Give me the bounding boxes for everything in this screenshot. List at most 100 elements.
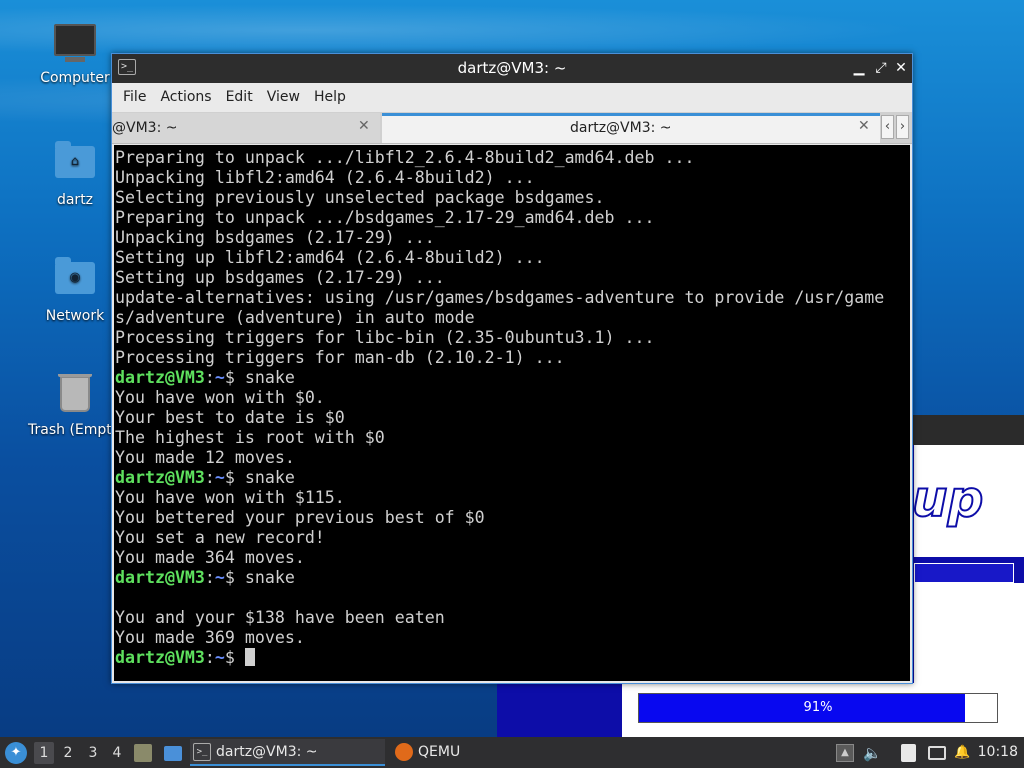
clock[interactable]: 10:18 bbox=[978, 737, 1018, 768]
terminal-output-line: You and your $138 have been eaten bbox=[115, 608, 910, 628]
output-text: You bettered your previous best of $0 bbox=[115, 508, 485, 527]
workspace-3[interactable]: 3 bbox=[83, 742, 103, 764]
tab-label: dartz@VM3: ~ bbox=[570, 120, 672, 136]
terminal-output-line: You made 12 moves. bbox=[115, 448, 910, 468]
prompt-path: ~ bbox=[214, 568, 225, 587]
output-text: The highest is root with $0 bbox=[115, 428, 385, 447]
terminal-output-line: Processing triggers for libc-bin (2.35-0… bbox=[115, 328, 910, 348]
terminal-window[interactable]: >_ dartz@VM3: ~ ▁ ⤢ ✕ File Actions Edit … bbox=[111, 53, 913, 684]
prompt-separator: : bbox=[204, 568, 215, 587]
prompt-user: dartz@VM3 bbox=[115, 568, 205, 587]
terminal-prompt-line: dartz@VM3:~$ snake bbox=[115, 468, 910, 488]
output-text: Unpacking bsdgames (2.17-29) ... bbox=[115, 228, 435, 247]
prompt-separator: : bbox=[204, 648, 215, 667]
prompt-path: ~ bbox=[214, 368, 225, 387]
window-titlebar[interactable]: >_ dartz@VM3: ~ ▁ ⤢ ✕ bbox=[112, 54, 912, 83]
output-text: update-alternatives: using /usr/games/bs… bbox=[115, 288, 885, 307]
terminal-output-line: You have won with $0. bbox=[115, 388, 910, 408]
desktop-icon-label: Computer bbox=[40, 70, 110, 86]
tab-label: @VM3: ~ bbox=[112, 120, 178, 136]
minimize-button[interactable]: ▁ bbox=[850, 58, 868, 78]
workspace-2[interactable]: 2 bbox=[58, 742, 78, 764]
tab-terminal-2[interactable]: dartz@VM3: ~ ✕ bbox=[382, 113, 880, 143]
terminal-output-line: You set a new record! bbox=[115, 528, 910, 548]
output-text: You made 369 moves. bbox=[115, 628, 305, 647]
desktop-icon-label: dartz bbox=[56, 192, 94, 208]
maximize-button[interactable]: ⤢ bbox=[872, 58, 890, 78]
desktop-icon-network[interactable]: ◉ Network bbox=[25, 257, 125, 324]
prompt-symbol: $ bbox=[224, 568, 245, 587]
terminal-output-line: You have won with $115. bbox=[115, 488, 910, 508]
prompt-symbol: $ bbox=[224, 468, 245, 487]
show-desktop-icon[interactable] bbox=[164, 746, 182, 761]
output-text: Preparing to unpack .../libfl2_2.6.4-8bu… bbox=[115, 148, 695, 167]
tab-close-icon[interactable]: ✕ bbox=[358, 118, 370, 134]
computer-icon bbox=[53, 24, 97, 64]
tab-scroll-right-icon[interactable]: › bbox=[896, 115, 909, 139]
tab-scroll-left-icon[interactable]: ‹ bbox=[881, 115, 894, 139]
task-terminal[interactable]: >_ dartz@VM3: ~ bbox=[190, 739, 385, 766]
terminal-output-line: Unpacking bsdgames (2.17-29) ... bbox=[115, 228, 910, 248]
qemu-progress-bar: 91% bbox=[638, 693, 998, 723]
task-label: dartz@VM3: ~ bbox=[216, 744, 318, 760]
command-text: snake bbox=[244, 468, 295, 487]
prompt-symbol: $ bbox=[224, 368, 245, 387]
output-text: s/adventure (adventure) in auto mode bbox=[115, 308, 475, 327]
notification-icon[interactable]: 🔔 bbox=[954, 744, 972, 762]
prompt-user: dartz@VM3 bbox=[115, 648, 205, 667]
terminal-output-line: s/adventure (adventure) in auto mode bbox=[115, 308, 910, 328]
terminal-output-line: Setting up libfl2:amd64 (2.6.4-8build2) … bbox=[115, 248, 910, 268]
tab-bar: @VM3: ~ ✕ dartz@VM3: ~ ✕ ‹ › bbox=[112, 112, 912, 144]
tab-close-icon[interactable]: ✕ bbox=[858, 118, 870, 134]
volume-icon[interactable]: 🔈 bbox=[863, 744, 882, 762]
terminal-output-line: Preparing to unpack .../libfl2_2.6.4-8bu… bbox=[115, 148, 910, 168]
qemu-banner-text: up bbox=[911, 469, 984, 529]
file-manager-icon[interactable] bbox=[134, 744, 152, 762]
menu-actions[interactable]: Actions bbox=[153, 83, 218, 112]
task-label: QEMU bbox=[418, 744, 461, 760]
output-text: Unpacking libfl2:amd64 (2.6.4-8build2) .… bbox=[115, 168, 535, 187]
terminal-output-line: Unpacking libfl2:amd64 (2.6.4-8build2) .… bbox=[115, 168, 910, 188]
workspace-4[interactable]: 4 bbox=[107, 742, 127, 764]
qemu-section-bar bbox=[914, 563, 1014, 583]
terminal-cursor bbox=[244, 648, 255, 666]
output-text: You have won with $0. bbox=[115, 388, 325, 407]
terminal-output-line: You bettered your previous best of $0 bbox=[115, 508, 910, 528]
terminal-output-line: Processing triggers for man-db (2.10.2-1… bbox=[115, 348, 910, 368]
terminal-output-line: The highest is root with $0 bbox=[115, 428, 910, 448]
terminal-prompt-line: dartz@VM3:~$ snake bbox=[115, 568, 910, 588]
menu-help[interactable]: Help bbox=[307, 83, 353, 112]
prompt-separator: : bbox=[204, 368, 215, 387]
output-text: You set a new record! bbox=[115, 528, 325, 547]
upload-icon[interactable]: ▲ bbox=[836, 744, 854, 762]
task-qemu[interactable]: QEMU bbox=[392, 739, 502, 766]
terminal-output[interactable]: Preparing to unpack .../libfl2_2.6.4-8bu… bbox=[114, 145, 910, 681]
prompt-separator: : bbox=[204, 468, 215, 487]
command-text: snake bbox=[244, 568, 295, 587]
terminal-output-line: Your best to date is $0 bbox=[115, 408, 910, 428]
terminal-output-line: Preparing to unpack .../bsdgames_2.17-29… bbox=[115, 208, 910, 228]
terminal-output-line: You made 364 moves. bbox=[115, 548, 910, 568]
menu-file[interactable]: File bbox=[116, 83, 153, 112]
tab-terminal-1[interactable]: @VM3: ~ ✕ bbox=[112, 113, 380, 143]
prompt-user: dartz@VM3 bbox=[115, 468, 205, 487]
output-text: Your best to date is $0 bbox=[115, 408, 345, 427]
output-text: You made 12 moves. bbox=[115, 448, 295, 467]
menu-edit[interactable]: Edit bbox=[219, 83, 260, 112]
close-button[interactable]: ✕ bbox=[892, 58, 910, 78]
window-title: dartz@VM3: ~ bbox=[457, 59, 567, 77]
workspace-1[interactable]: 1 bbox=[34, 742, 54, 764]
clipboard-icon[interactable] bbox=[901, 744, 916, 762]
output-text: You and your $138 have been eaten bbox=[115, 608, 445, 627]
network-icon[interactable] bbox=[928, 746, 946, 760]
output-text: You made 364 moves. bbox=[115, 548, 305, 567]
desktop-icon-computer[interactable]: Computer bbox=[25, 24, 125, 86]
menu-view[interactable]: View bbox=[260, 83, 307, 112]
terminal-output-line: Setting up bsdgames (2.17-29) ... bbox=[115, 268, 910, 288]
terminal-prompt-line: dartz@VM3:~$ snake bbox=[115, 368, 910, 388]
prompt-symbol: $ bbox=[224, 648, 245, 667]
desktop-icon-home[interactable]: ⌂ dartz bbox=[25, 141, 125, 208]
output-text: Setting up libfl2:amd64 (2.6.4-8build2) … bbox=[115, 248, 545, 267]
app-menu-icon[interactable]: ✦ bbox=[5, 742, 27, 764]
